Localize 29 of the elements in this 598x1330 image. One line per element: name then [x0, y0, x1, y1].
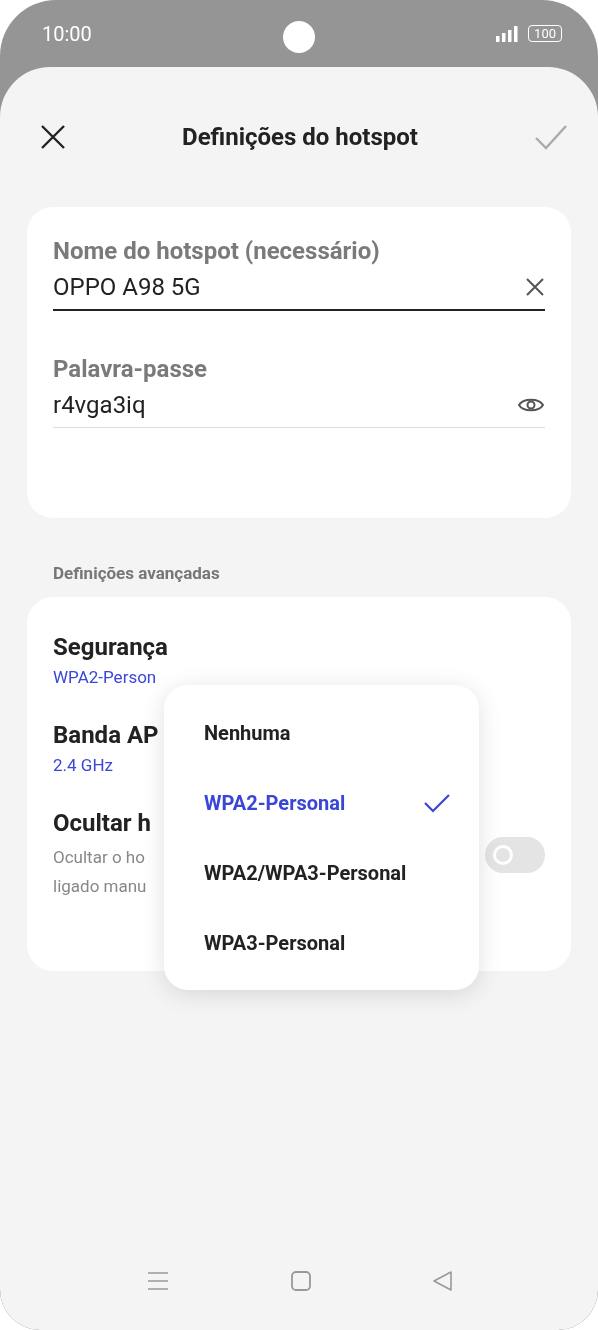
- page-title: Definições do hotspot: [182, 123, 418, 151]
- menu-option[interactable]: WPA3-Personal: [164, 908, 479, 978]
- setting-description: ligado manu: [53, 875, 147, 898]
- status-time: 10:00: [42, 21, 92, 46]
- input-field[interactable]: OPPO A98 5G: [53, 273, 545, 311]
- battery-indicator: 100: [528, 25, 562, 42]
- field-label: Nome do hotspot (necessário): [53, 237, 381, 265]
- setting-description: Ocultar o ho: [53, 846, 145, 869]
- setting-value: 2.4 GHz: [53, 755, 113, 775]
- close-icon[interactable]: [40, 124, 66, 150]
- setting-title[interactable]: Segurança: [53, 633, 168, 661]
- menu-option[interactable]: WPA2/WPA3-Personal: [164, 838, 479, 908]
- signal-icon: [496, 25, 521, 42]
- back-icon[interactable]: [432, 1270, 454, 1292]
- menu-option[interactable]: WPA2-Personal: [164, 768, 479, 838]
- setting-title[interactable]: Ocultar h: [53, 809, 151, 837]
- check-icon[interactable]: [534, 124, 568, 150]
- menu-option[interactable]: Nenhuma: [164, 698, 479, 768]
- section-heading: Definições avançadas: [53, 563, 221, 583]
- home-icon[interactable]: [289, 1270, 312, 1292]
- setting-title[interactable]: Banda AP: [53, 721, 159, 749]
- setting-value: WPA2-Person: [53, 667, 157, 687]
- input-field[interactable]: r4vga3iq: [53, 391, 545, 428]
- field-label: Palavra-passe: [53, 355, 209, 383]
- toggle-switch[interactable]: [485, 837, 545, 873]
- camera-hole: [283, 21, 315, 53]
- menu-icon[interactable]: [147, 1270, 169, 1292]
- checkmark-icon: [423, 793, 451, 813]
- clear-icon[interactable]: [525, 277, 545, 297]
